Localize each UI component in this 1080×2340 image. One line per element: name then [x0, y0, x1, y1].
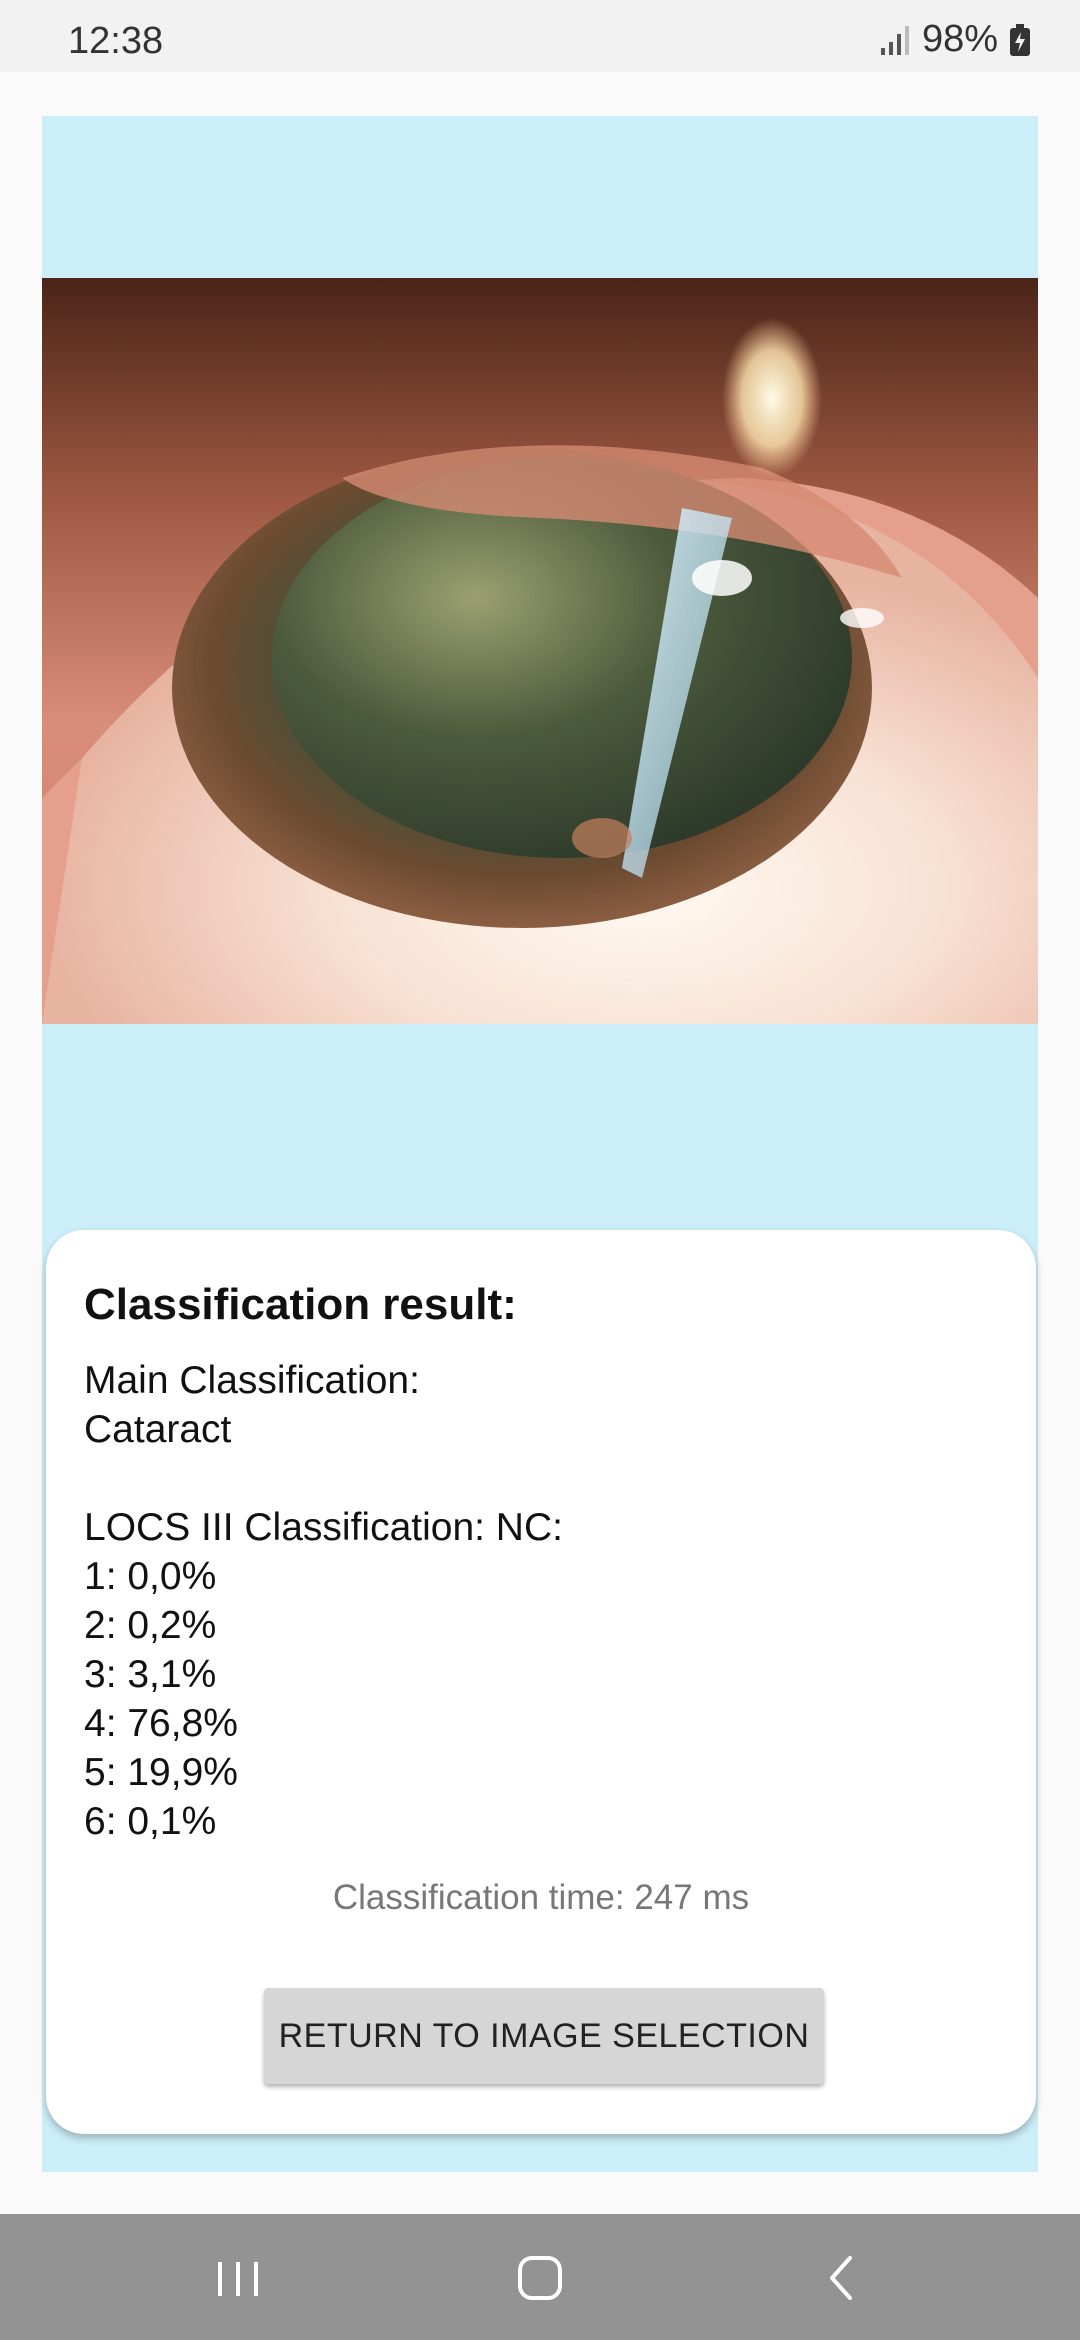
result-content: Classification result: Main Classificati…	[84, 1276, 998, 1846]
home-icon[interactable]	[510, 2252, 570, 2304]
locs-label: LOCS III Classification: NC:	[84, 1506, 563, 1549]
navigation-bar	[0, 2214, 1080, 2340]
image-panel: Classification result: Main Classificati…	[42, 116, 1038, 2172]
main-classification-label: Main Classification:	[84, 1359, 420, 1402]
return-to-image-selection-button[interactable]: RETURN TO IMAGE SELECTION	[264, 1988, 824, 2084]
grade-line: 3: 3,1%	[84, 1653, 217, 1696]
status-bar: 12:38 98%	[0, 0, 1080, 72]
battery-charging-icon	[1010, 23, 1030, 56]
classification-time: Classification time: 247 ms	[332, 1878, 750, 1917]
main-classification-value: Cataract	[84, 1408, 232, 1451]
battery-percent: 98%	[921, 18, 998, 60]
grade-line: 1: 0,0%	[84, 1555, 217, 1598]
result-card: Classification result: Main Classificati…	[46, 1230, 1036, 2134]
grade-line: 4: 76,8%	[84, 1702, 238, 1745]
back-icon[interactable]	[812, 2252, 872, 2304]
eye-photo	[42, 278, 1038, 1024]
result-heading: Classification result:	[84, 1280, 517, 1329]
grade-line: 5: 19,9%	[84, 1751, 238, 1794]
grade-line: 2: 0,2%	[84, 1604, 217, 1647]
recents-icon[interactable]	[208, 2252, 268, 2304]
status-indicators: 98%	[880, 18, 1030, 61]
grade-line: 6: 0,1%	[84, 1800, 217, 1843]
status-time: 12:38	[68, 20, 164, 62]
eye-image	[42, 278, 1038, 1024]
signal-icon	[880, 25, 909, 55]
